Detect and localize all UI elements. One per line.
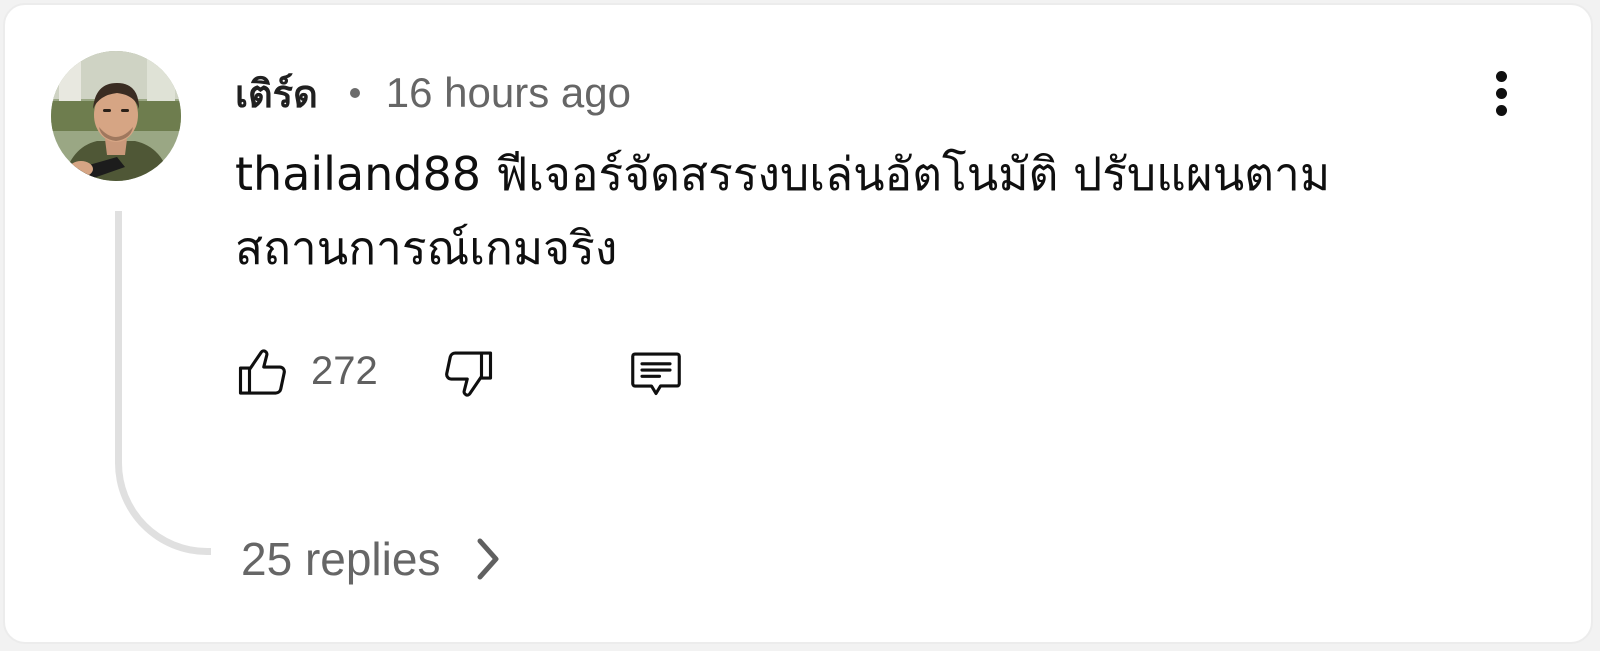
comment-reply-icon [631, 352, 681, 396]
more-dot [1495, 104, 1507, 116]
thumbs-down-icon [445, 351, 493, 397]
view-replies-button[interactable]: 25 replies [241, 527, 504, 591]
avatar[interactable] [51, 51, 181, 181]
comment-card: เติร์ด 16 hours ago thailand88 ฟีเจอร์จั… [3, 3, 1593, 644]
reply-button[interactable] [626, 341, 686, 405]
separator-dot [349, 88, 360, 98]
thumbs-up-icon [238, 349, 286, 395]
avatar-image [51, 51, 181, 181]
comment-text: thailand88 ฟีเจอร์จัดสรรงบเล่นอัตโนมัติ … [235, 147, 1331, 275]
comment-timestamp[interactable]: 16 hours ago [386, 69, 631, 117]
more-dot [1495, 70, 1507, 82]
dislike-button[interactable] [438, 341, 498, 405]
more-dot [1495, 87, 1507, 99]
reply-thread-line [115, 211, 211, 555]
comment-header: เติร์ด 16 hours ago [235, 63, 631, 123]
more-vert-icon[interactable] [1479, 65, 1523, 121]
like-count: 272 [311, 349, 378, 393]
like-button[interactable] [233, 341, 293, 405]
replies-count-label: 25 replies [241, 533, 441, 585]
chevron-right-icon [474, 537, 504, 581]
comment-author[interactable]: เติร์ด [235, 63, 318, 124]
